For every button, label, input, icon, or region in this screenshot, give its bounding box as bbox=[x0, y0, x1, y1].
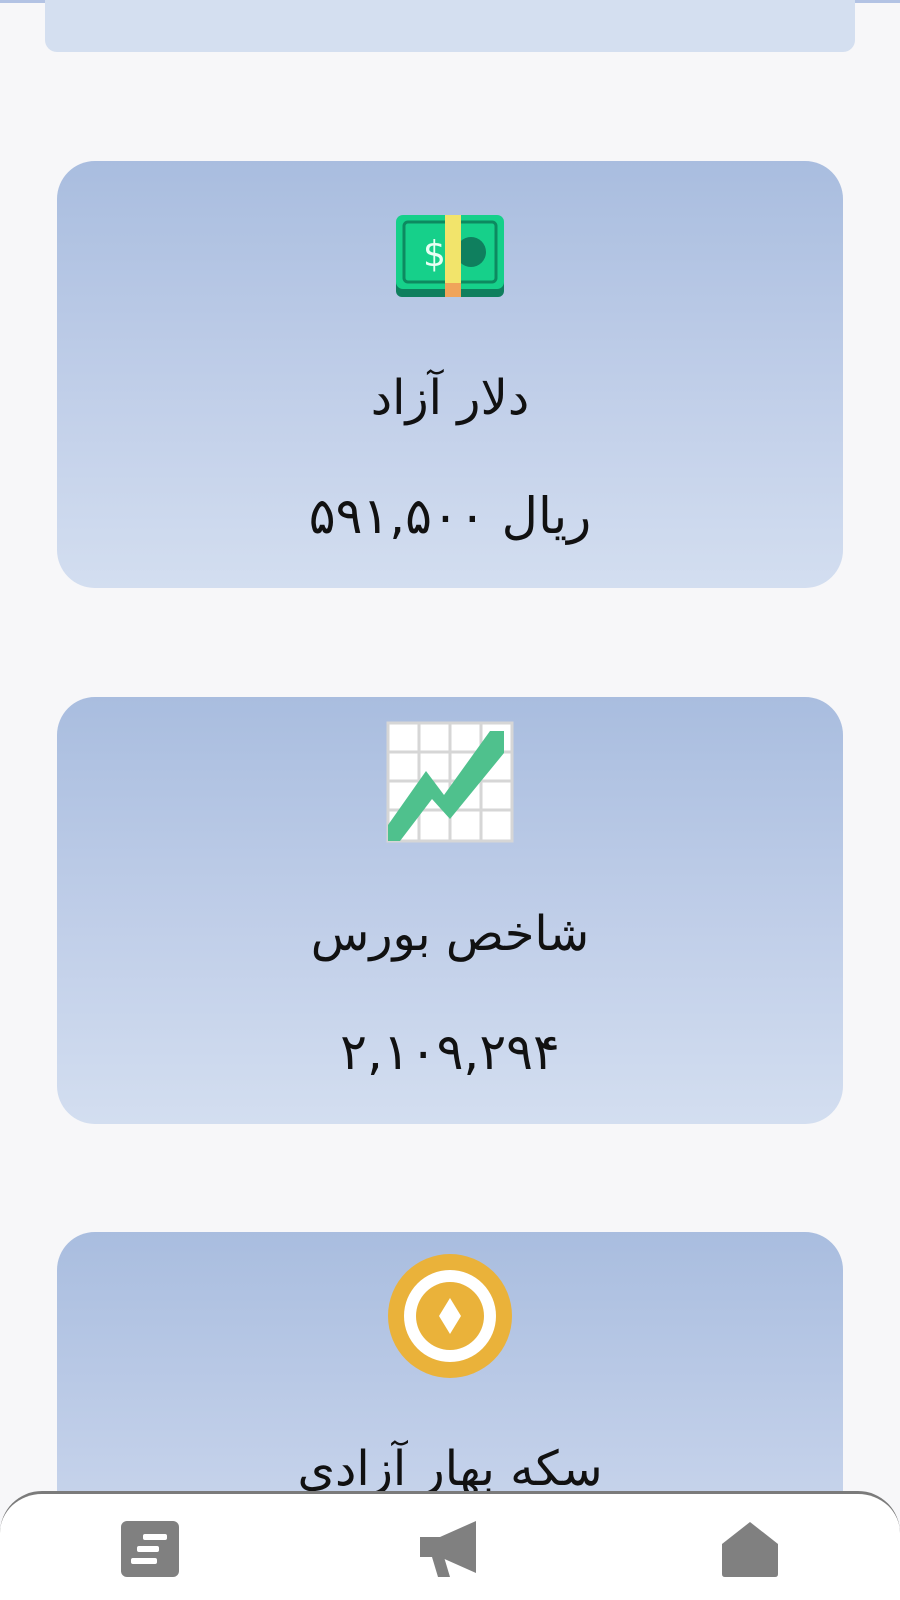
rate-card-dollar[interactable]: $ دلار آزاد ریال ۵۹۱,۵۰۰ bbox=[57, 161, 843, 588]
card-value: ۲,۱۰۹,۲۹۴ bbox=[340, 1023, 560, 1081]
previous-card-edge[interactable] bbox=[45, 0, 855, 52]
coin-icon bbox=[386, 1254, 514, 1378]
card-title: دلار آزاد bbox=[370, 370, 530, 426]
cash-icon: $ bbox=[394, 213, 506, 299]
svg-text:$: $ bbox=[423, 234, 446, 275]
nav-home-button[interactable] bbox=[715, 1516, 785, 1582]
home-icon bbox=[720, 1520, 780, 1578]
megaphone-icon bbox=[418, 1519, 482, 1579]
card-title: شاخص بورس bbox=[310, 906, 590, 962]
card-value: ریال ۵۹۱,۵۰۰ bbox=[308, 487, 592, 545]
rate-card-stock-index[interactable]: شاخص بورس ۲,۱۰۹,۲۹۴ bbox=[57, 697, 843, 1124]
nav-announcements-button[interactable] bbox=[415, 1516, 485, 1582]
list-icon bbox=[121, 1521, 179, 1577]
bottom-navigation bbox=[0, 1491, 900, 1600]
nav-list-button[interactable] bbox=[115, 1516, 185, 1582]
chart-increasing-icon bbox=[386, 721, 514, 843]
card-title: سکه بهار آزادی bbox=[297, 1441, 603, 1497]
screen: $ دلار آزاد ریال ۵۹۱,۵۰۰ شاخص بورس ۲,۱۰۹… bbox=[0, 0, 900, 1600]
